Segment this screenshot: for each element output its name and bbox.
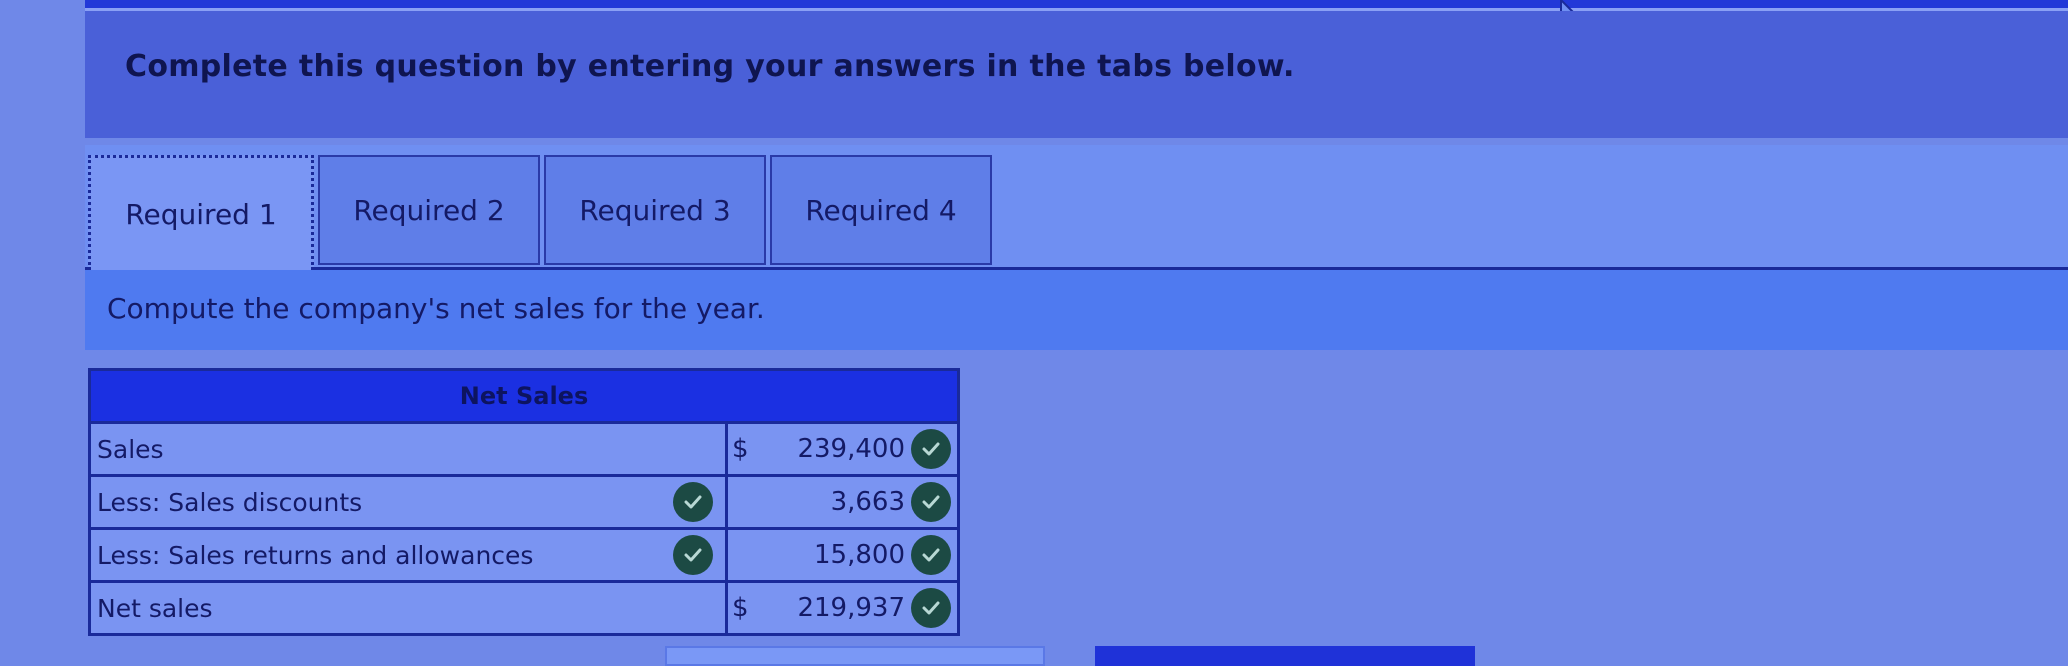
instruction-text: Complete this question by entering your … xyxy=(125,49,1295,84)
prompt-band: Compute the company's net sales for the … xyxy=(85,270,2068,350)
check-circle-icon xyxy=(911,429,951,469)
row-label-cell[interactable]: Less: Sales returns and allowances xyxy=(91,530,728,580)
top-band xyxy=(85,0,2068,11)
currency-symbol: $ xyxy=(732,593,749,623)
row-value-cell[interactable]: $ 219,937 xyxy=(728,583,957,633)
table-row-sales-returns: Less: Sales returns and allowances 15,80… xyxy=(91,530,957,583)
amount-value: 15,800 xyxy=(814,540,905,570)
instruction-box: Complete this question by entering your … xyxy=(85,11,2068,138)
tab-required-2[interactable]: Required 2 xyxy=(318,155,540,265)
tab-label: Required 2 xyxy=(353,193,505,227)
table-row-sales-discounts: Less: Sales discounts 3,663 xyxy=(91,477,957,530)
row-value-cell[interactable]: $ 239,400 xyxy=(728,424,957,474)
tab-required-1[interactable]: Required 1 xyxy=(88,155,314,270)
tab-required-4[interactable]: Required 4 xyxy=(770,155,992,265)
table-title: Net Sales xyxy=(91,371,957,424)
tab-label: Required 1 xyxy=(125,197,277,231)
tab-required-3[interactable]: Required 3 xyxy=(544,155,766,265)
table-row-sales: Sales $ 239,400 xyxy=(91,424,957,477)
currency-symbol: $ xyxy=(732,434,749,464)
row-label: Less: Sales returns and allowances xyxy=(97,540,534,570)
check-circle-icon xyxy=(673,482,713,522)
net-sales-table: Net Sales Sales $ 239,400 Less: Sales di… xyxy=(88,368,960,636)
previous-button[interactable] xyxy=(665,646,1045,666)
tab-label: Required 3 xyxy=(579,193,731,227)
table-row-net-sales: Net sales $ 219,937 xyxy=(91,583,957,633)
check-circle-icon xyxy=(911,588,951,628)
row-label-cell[interactable]: Net sales xyxy=(91,583,728,633)
check-circle-icon xyxy=(911,535,951,575)
prompt-text: Compute the company's net sales for the … xyxy=(107,292,765,325)
row-label-cell[interactable]: Less: Sales discounts xyxy=(91,477,728,527)
row-value-cell[interactable]: 3,663 xyxy=(728,477,957,527)
tab-bar: Required 1 Required 2 Required 3 Require… xyxy=(85,145,2068,270)
row-value-cell[interactable]: 15,800 xyxy=(728,530,957,580)
row-label: Net sales xyxy=(97,593,213,623)
amount-value: 239,400 xyxy=(797,434,905,464)
check-circle-icon xyxy=(911,482,951,522)
row-label: Less: Sales discounts xyxy=(97,487,363,517)
check-circle-icon xyxy=(673,535,713,575)
tab-label: Required 4 xyxy=(805,193,957,227)
row-label-cell[interactable]: Sales xyxy=(91,424,728,474)
next-button[interactable] xyxy=(1095,646,1475,666)
amount-value: 3,663 xyxy=(830,487,905,517)
amount-value: 219,937 xyxy=(797,593,905,623)
row-label: Sales xyxy=(97,434,164,464)
